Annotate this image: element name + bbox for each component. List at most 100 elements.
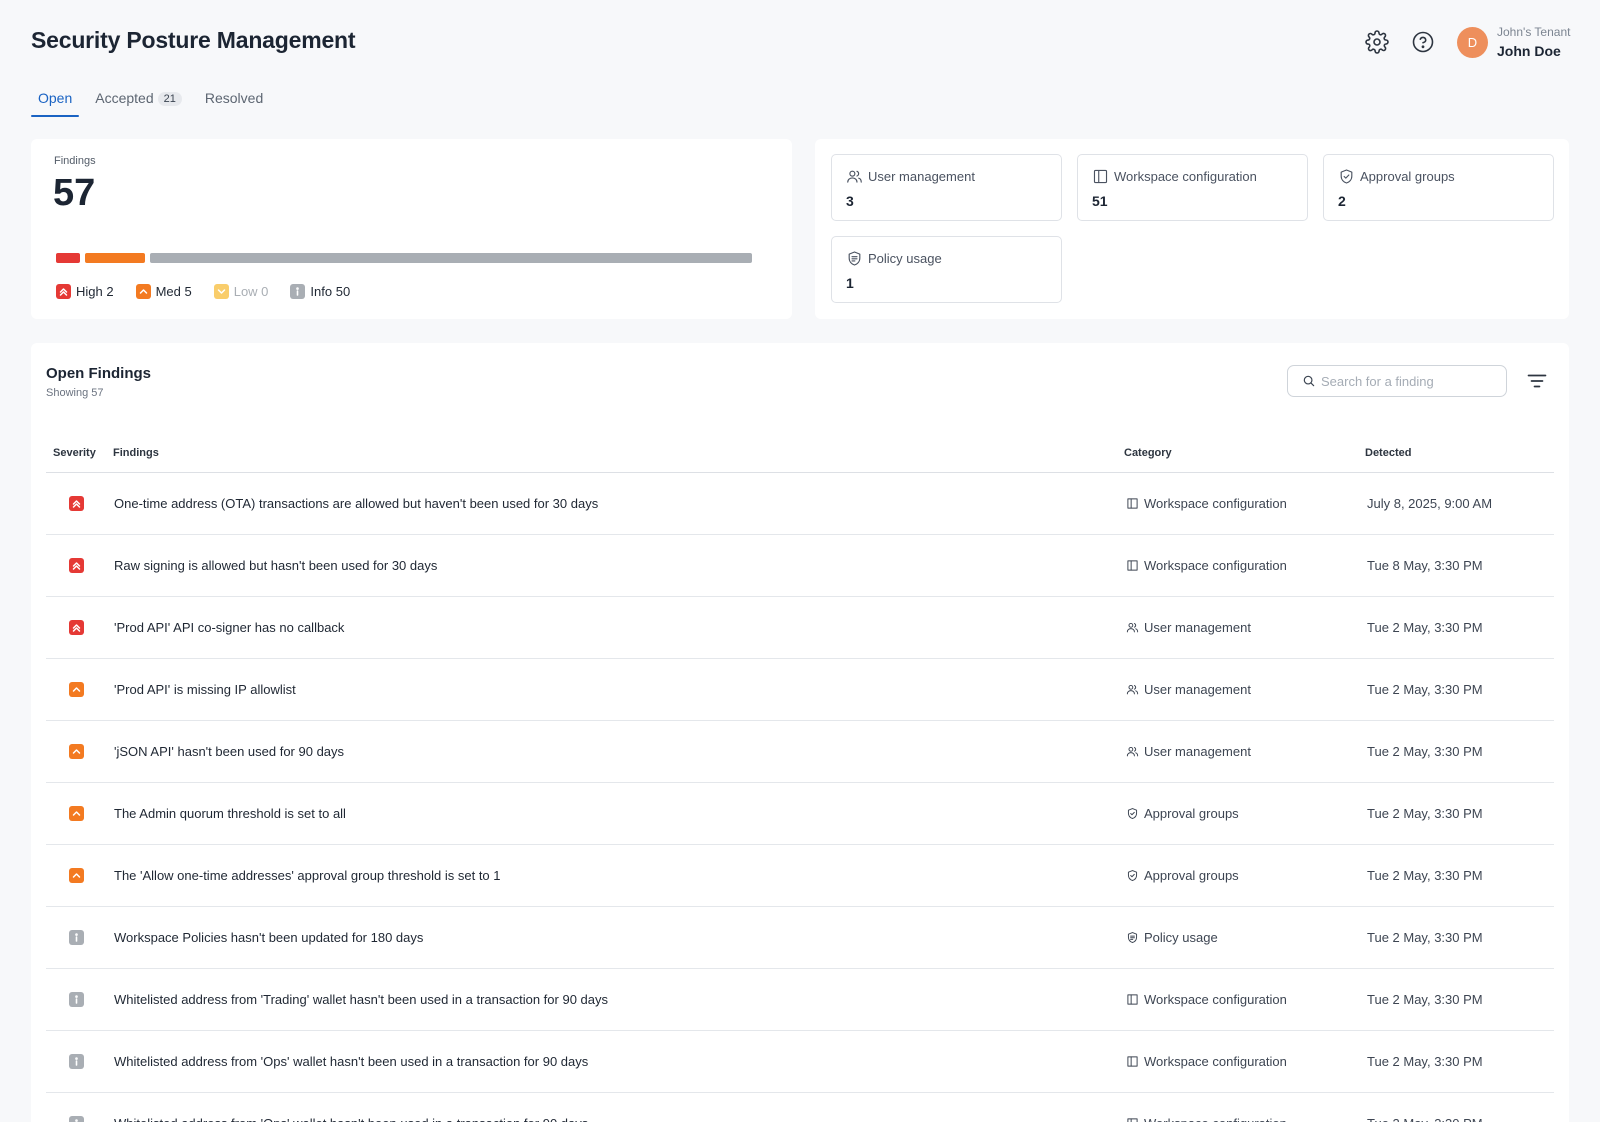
finding-category-label: Workspace configuration	[1144, 496, 1287, 511]
severity-high-icon	[56, 284, 71, 299]
category-summary-card: User management 3 Workspace configuratio…	[815, 139, 1569, 319]
finding-category: Approval groups	[1126, 806, 1239, 821]
tab-resolved[interactable]: Resolved	[198, 88, 270, 116]
table-row[interactable]: Whitelisted address from 'Ops' wallet ha…	[46, 1093, 1554, 1122]
category-count: 1	[846, 275, 854, 291]
category-card-approval-groups[interactable]: Approval groups 2	[1323, 154, 1554, 221]
table-title: Open Findings	[46, 365, 151, 382]
column-header-severity[interactable]: Severity	[53, 447, 96, 459]
finding-detected: Tue 2 May, 3:30 PM	[1367, 868, 1483, 883]
tab-accepted[interactable]: Accepted 21	[88, 88, 189, 116]
table-subtitle: Showing 57	[46, 387, 104, 399]
finding-detected: July 8, 2025, 9:00 AM	[1367, 496, 1493, 511]
finding-category: Workspace configuration	[1126, 1054, 1287, 1069]
finding-category-label: Workspace configuration	[1144, 992, 1287, 1007]
user-name: John Doe	[1497, 43, 1561, 59]
column-header-category[interactable]: Category	[1124, 447, 1172, 459]
finding-detected: Tue 2 May, 3:30 PM	[1367, 992, 1483, 1007]
category-name: Policy usage	[868, 251, 942, 266]
shield-check-icon	[1127, 808, 1138, 819]
findings-summary-card: Findings 57 High 2 Med 5 Low 0 Info 50	[31, 139, 792, 319]
severity-bar-med	[85, 253, 145, 263]
finding-text: One-time address (OTA) transactions are …	[114, 496, 599, 511]
finding-category-label: Approval groups	[1144, 868, 1239, 883]
finding-text: The 'Allow one-time addresses' approval …	[114, 868, 501, 883]
finding-text: Whitelisted address from 'Ops' wallet ha…	[114, 1054, 589, 1069]
help-circle-icon[interactable]	[1411, 30, 1435, 54]
search-box[interactable]	[1287, 365, 1507, 397]
finding-category: User management	[1126, 744, 1251, 759]
finding-category: Workspace configuration	[1126, 496, 1287, 511]
users-icon	[847, 170, 862, 183]
table-row[interactable]: Whitelisted address from 'Ops' wallet ha…	[46, 1031, 1554, 1093]
legend-info-label: Info 50	[310, 284, 351, 299]
severity-legend: High 2 Med 5 Low 0 Info 50	[56, 284, 372, 299]
severity-bar-high	[56, 253, 80, 263]
policy-shield-icon	[1127, 932, 1138, 943]
sidebar-panel-icon	[1127, 1056, 1138, 1067]
column-header-findings[interactable]: Findings	[113, 447, 159, 459]
category-name: User management	[868, 169, 975, 184]
severity-med-icon	[69, 868, 84, 883]
table-row[interactable]: The Admin quorum threshold is set to all…	[46, 783, 1554, 845]
table-row[interactable]: 'jSON API' hasn't been used for 90 days U…	[46, 721, 1554, 783]
filter-icon[interactable]	[1525, 369, 1549, 393]
category-card-policy-usage[interactable]: Policy usage 1	[831, 236, 1062, 303]
table-row[interactable]: Raw signing is allowed but hasn't been u…	[46, 535, 1554, 597]
severity-med-icon	[69, 806, 84, 821]
table-row[interactable]: Whitelisted address from 'Trading' walle…	[46, 969, 1554, 1031]
legend-med[interactable]: Med 5	[135, 284, 192, 299]
finding-category: Workspace configuration	[1126, 1116, 1287, 1122]
avatar[interactable]: D	[1457, 27, 1488, 58]
severity-info-icon	[69, 1054, 84, 1069]
finding-category-label: Workspace configuration	[1144, 1054, 1287, 1069]
finding-category-label: User management	[1144, 744, 1251, 759]
severity-bar-info	[150, 253, 752, 263]
gear-icon[interactable]	[1365, 30, 1389, 54]
category-card-workspace-configuration[interactable]: Workspace configuration 51	[1077, 154, 1308, 221]
severity-med-icon	[69, 744, 84, 759]
accepted-count-badge: 21	[157, 92, 182, 106]
tab-open[interactable]: Open	[31, 88, 80, 117]
finding-detected: Tue 2 May, 3:30 PM	[1367, 620, 1483, 635]
category-card-user-management[interactable]: User management 3	[831, 154, 1062, 221]
finding-category: User management	[1126, 682, 1251, 697]
table-row[interactable]: 'Prod API' API co-signer has no callback…	[46, 597, 1554, 659]
tenant-name: John's Tenant	[1497, 25, 1571, 39]
tab-open-label: Open	[38, 90, 73, 106]
finding-category-label: Policy usage	[1144, 930, 1218, 945]
severity-high-icon	[69, 620, 84, 635]
sidebar-panel-icon	[1127, 560, 1138, 571]
finding-category: User management	[1126, 620, 1251, 635]
category-count: 3	[846, 193, 854, 209]
category-title: User management	[846, 168, 975, 185]
legend-low[interactable]: Low 0	[213, 284, 269, 299]
finding-detected: Tue 2 May, 3:30 PM	[1367, 1054, 1483, 1069]
finding-detected: Tue 2 May, 3:30 PM	[1367, 682, 1483, 697]
legend-high[interactable]: High 2	[56, 284, 114, 299]
table-row[interactable]: The 'Allow one-time addresses' approval …	[46, 845, 1554, 907]
finding-detected: Tue 2 May, 3:30 PM	[1367, 806, 1483, 821]
tab-resolved-label: Resolved	[204, 90, 264, 106]
legend-low-label: Low 0	[233, 284, 269, 299]
legend-info[interactable]: Info 50	[290, 284, 350, 299]
finding-text: Whitelisted address from 'Trading' walle…	[114, 992, 608, 1007]
category-title: Approval groups	[1338, 168, 1455, 185]
table-row[interactable]: One-time address (OTA) transactions are …	[46, 473, 1554, 535]
users-icon	[1126, 622, 1139, 633]
finding-category: Policy usage	[1126, 930, 1218, 945]
category-count: 2	[1338, 193, 1346, 209]
table-row[interactable]: Workspace Policies hasn't been updated f…	[46, 907, 1554, 969]
page-title: Security Posture Management	[31, 27, 356, 53]
finding-category: Workspace configuration	[1126, 558, 1287, 573]
finding-category-label: User management	[1144, 620, 1251, 635]
column-header-detected[interactable]: Detected	[1365, 447, 1411, 459]
table-row[interactable]: 'Prod API' is missing IP allowlist User m…	[46, 659, 1554, 721]
findings-label: Findings	[54, 155, 96, 167]
category-title: Workspace configuration	[1092, 168, 1257, 185]
policy-shield-icon	[848, 251, 861, 266]
severity-high-icon	[69, 558, 84, 573]
search-input[interactable]	[1321, 373, 1491, 389]
severity-info-icon	[290, 284, 306, 299]
finding-category-label: User management	[1144, 682, 1251, 697]
